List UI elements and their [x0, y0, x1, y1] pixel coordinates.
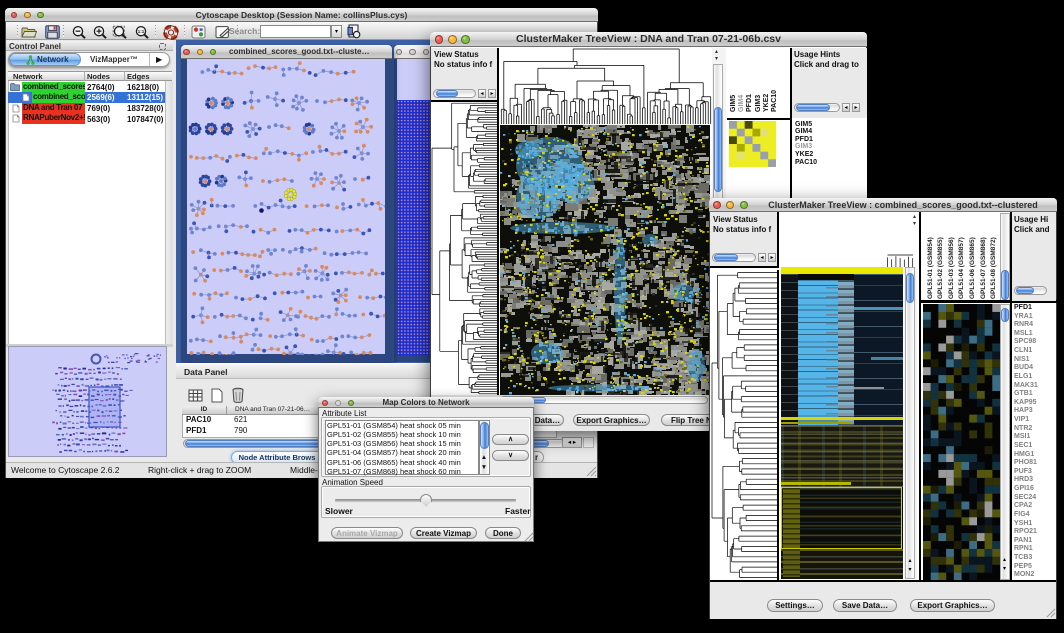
svg-text:1:1: 1:1 [138, 29, 145, 34]
